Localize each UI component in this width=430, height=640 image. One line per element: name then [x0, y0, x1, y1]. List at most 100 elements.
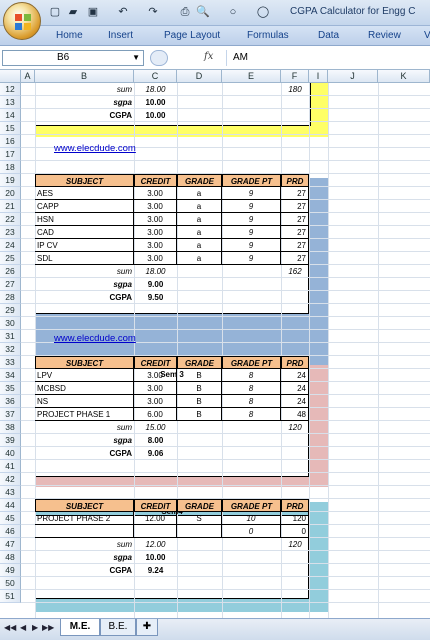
- tab-formulas[interactable]: Formulas: [247, 30, 289, 41]
- sem2-cell[interactable]: 3.00: [134, 252, 177, 265]
- row-header[interactable]: 22: [0, 213, 21, 226]
- tab-page-layout[interactable]: Page Layout: [164, 30, 220, 41]
- preview-icon[interactable]: 🔍: [196, 5, 210, 19]
- sem3-cell[interactable]: 8: [222, 382, 281, 395]
- elecdude-link[interactable]: www.elecdude.com: [52, 142, 192, 155]
- sem2-cell[interactable]: AES: [35, 187, 134, 200]
- row-header[interactable]: 29: [0, 304, 21, 317]
- sem4-cell[interactable]: [177, 525, 222, 538]
- column-header-c[interactable]: C: [134, 70, 177, 83]
- sem2-cell[interactable]: a: [177, 226, 222, 239]
- sem2-cgpa-value[interactable]: 9.50: [134, 291, 177, 304]
- row-header[interactable]: 38: [0, 421, 21, 434]
- sem3-cell[interactable]: 8: [222, 395, 281, 408]
- sem2-sum-label[interactable]: sum: [35, 265, 134, 278]
- sem2-cell[interactable]: a: [177, 187, 222, 200]
- row-header[interactable]: 23: [0, 226, 21, 239]
- new-file-icon[interactable]: ▢: [48, 5, 62, 19]
- sem3-sum-prd[interactable]: 120: [281, 421, 309, 434]
- sem3-cell[interactable]: 3.00: [134, 382, 177, 395]
- sem3-cell[interactable]: 6.00: [134, 408, 177, 421]
- column-header-k[interactable]: K: [378, 70, 430, 83]
- sem2-header-subject[interactable]: SUBJECT: [35, 174, 134, 187]
- sem2-cgpa-label[interactable]: CGPA: [35, 291, 134, 304]
- sem3-cell[interactable]: 48: [281, 408, 309, 421]
- sem2-cell[interactable]: a: [177, 200, 222, 213]
- sem3-cell[interactable]: LPV: [35, 369, 134, 382]
- sem4-cell[interactable]: 12.00: [134, 512, 177, 525]
- row-header[interactable]: 24: [0, 239, 21, 252]
- row-header[interactable]: 34: [0, 369, 21, 382]
- row-header[interactable]: 47: [0, 538, 21, 551]
- sem3-cell[interactable]: 24: [281, 369, 309, 382]
- sem3-cell[interactable]: B: [177, 395, 222, 408]
- sem2-cell[interactable]: 27: [281, 213, 309, 226]
- sem3-header-grade[interactable]: GRADE: [177, 356, 222, 369]
- row-header[interactable]: 13: [0, 96, 21, 109]
- column-header-e[interactable]: E: [222, 70, 281, 83]
- formula-bar-expander[interactable]: [150, 50, 168, 66]
- sheet-tab-me[interactable]: M.E.: [60, 619, 100, 636]
- row-header[interactable]: 16: [0, 135, 21, 148]
- column-header-f[interactable]: F: [281, 70, 309, 83]
- print-preview-icon[interactable]: ⎙: [178, 5, 192, 19]
- prev-sheet-icon[interactable]: ◀: [20, 623, 26, 632]
- row-header[interactable]: 51: [0, 590, 21, 603]
- sem3-sgpa-value[interactable]: 8.00: [134, 434, 177, 447]
- first-sheet-icon[interactable]: ◀◀: [4, 623, 16, 632]
- tab-data[interactable]: Data: [318, 30, 339, 41]
- sem1-sum-prd[interactable]: 180: [281, 83, 309, 96]
- sem2-cell[interactable]: 9: [222, 252, 281, 265]
- row-header[interactable]: 33: [0, 356, 21, 369]
- sem3-cell[interactable]: 3.00: [134, 369, 177, 382]
- sem2-sum-prd[interactable]: 162: [281, 265, 309, 278]
- sem2-cell[interactable]: 9: [222, 200, 281, 213]
- row-header[interactable]: 46: [0, 525, 21, 538]
- sem4-cell[interactable]: [35, 525, 134, 538]
- sem2-header-prd[interactable]: PRD: [281, 174, 309, 187]
- sem4-cell[interactable]: 10: [222, 512, 281, 525]
- sem4-sum-credit[interactable]: 12.00: [134, 538, 177, 551]
- sem3-cell[interactable]: PROJECT PHASE 1: [35, 408, 134, 421]
- open-folder-icon[interactable]: ▰: [66, 5, 80, 19]
- row-header[interactable]: 48: [0, 551, 21, 564]
- row-header[interactable]: 32: [0, 343, 21, 356]
- sem2-cell[interactable]: 9: [222, 226, 281, 239]
- last-sheet-icon[interactable]: ▶▶: [42, 623, 54, 632]
- sem4-cell[interactable]: PROJECT PHASE 2: [35, 512, 134, 525]
- sem4-cgpa-label[interactable]: CGPA: [35, 564, 134, 577]
- sem2-cell[interactable]: 9: [222, 213, 281, 226]
- row-header[interactable]: 44: [0, 499, 21, 512]
- sem4-sgpa-value[interactable]: 10.00: [134, 551, 177, 564]
- formula-input[interactable]: AM: [226, 50, 430, 66]
- sem1-cgpa-value[interactable]: 10.00: [134, 109, 177, 122]
- sem2-header-credit[interactable]: CREDIT: [134, 174, 177, 187]
- sem2-cell[interactable]: 27: [281, 252, 309, 265]
- row-header[interactable]: 35: [0, 382, 21, 395]
- sem2-cell[interactable]: 27: [281, 226, 309, 239]
- sem3-cgpa-value[interactable]: 9.06: [134, 447, 177, 460]
- sem1-sum-credit[interactable]: 18.00: [134, 83, 177, 96]
- sem3-cell[interactable]: 24: [281, 382, 309, 395]
- insert-function-icon[interactable]: fx: [204, 51, 213, 62]
- row-header[interactable]: 14: [0, 109, 21, 122]
- redo-icon[interactable]: ↷: [146, 5, 160, 19]
- sem3-cell[interactable]: NS: [35, 395, 134, 408]
- sem2-cell[interactable]: 3.00: [134, 239, 177, 252]
- row-header[interactable]: 36: [0, 395, 21, 408]
- sem2-cell[interactable]: a: [177, 239, 222, 252]
- sem2-cell[interactable]: 3.00: [134, 187, 177, 200]
- sem2-sum-credit[interactable]: 18.00: [134, 265, 177, 278]
- row-header[interactable]: 42: [0, 473, 21, 486]
- elecdude-link[interactable]: www.elecdude.com: [52, 332, 192, 345]
- undo-icon[interactable]: ↶: [116, 5, 130, 19]
- row-header[interactable]: 40: [0, 447, 21, 460]
- sem2-cell[interactable]: CAD: [35, 226, 134, 239]
- sem2-cell[interactable]: 3.00: [134, 226, 177, 239]
- column-header-i[interactable]: I: [309, 70, 328, 83]
- sem4-sum-label[interactable]: sum: [35, 538, 134, 551]
- sem3-header-grade-pt[interactable]: GRADE PT: [222, 356, 281, 369]
- row-header[interactable]: 49: [0, 564, 21, 577]
- sem2-cell[interactable]: a: [177, 213, 222, 226]
- sem2-cell[interactable]: CAPP: [35, 200, 134, 213]
